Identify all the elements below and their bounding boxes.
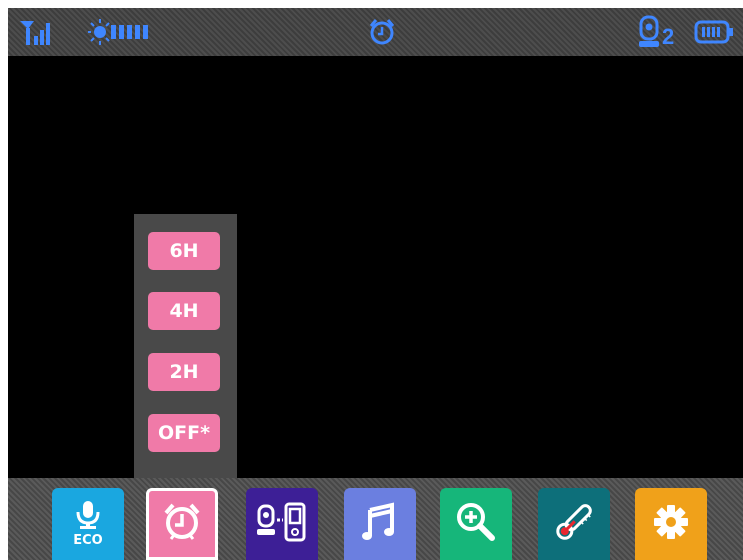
camera-icon	[638, 15, 660, 49]
timer-option-6h[interactable]: 6H	[148, 232, 220, 270]
settings-button[interactable]	[635, 488, 707, 560]
zoom-in-icon	[454, 500, 498, 549]
battery-icon	[694, 8, 734, 56]
eco-mode-button[interactable]: ECO	[52, 488, 124, 560]
timer-option-off[interactable]: OFF*	[148, 414, 220, 452]
status-bar: 2	[8, 8, 743, 56]
temperature-button[interactable]	[538, 488, 610, 560]
camera-pairing-button[interactable]	[246, 488, 318, 560]
camera-to-monitor-icon	[255, 502, 309, 547]
alarm-clock-icon	[367, 8, 397, 56]
camera-number: 2	[662, 24, 675, 49]
lullaby-music-button[interactable]	[344, 488, 416, 560]
timer-option-2h[interactable]: 2H	[148, 353, 220, 391]
microphone-icon	[75, 500, 101, 535]
signal-icon	[20, 8, 54, 56]
gear-icon	[651, 502, 691, 547]
eco-label: ECO	[73, 533, 103, 548]
zoom-button[interactable]	[440, 488, 512, 560]
monitor-screen: 2 6H 4H 2H OFF* ECO	[8, 8, 743, 560]
bottom-toolbar: ECO	[8, 478, 743, 560]
alarm-clock-icon	[162, 501, 202, 548]
light-level-icon	[88, 8, 164, 56]
music-note-icon	[362, 501, 398, 547]
camera-indicator: 2	[638, 8, 674, 56]
timer-option-4h[interactable]: 4H	[148, 292, 220, 330]
thermometer-icon	[551, 499, 597, 550]
alarm-timer-menu: 6H 4H 2H OFF*	[134, 214, 237, 484]
alarm-timer-button[interactable]	[146, 488, 218, 560]
